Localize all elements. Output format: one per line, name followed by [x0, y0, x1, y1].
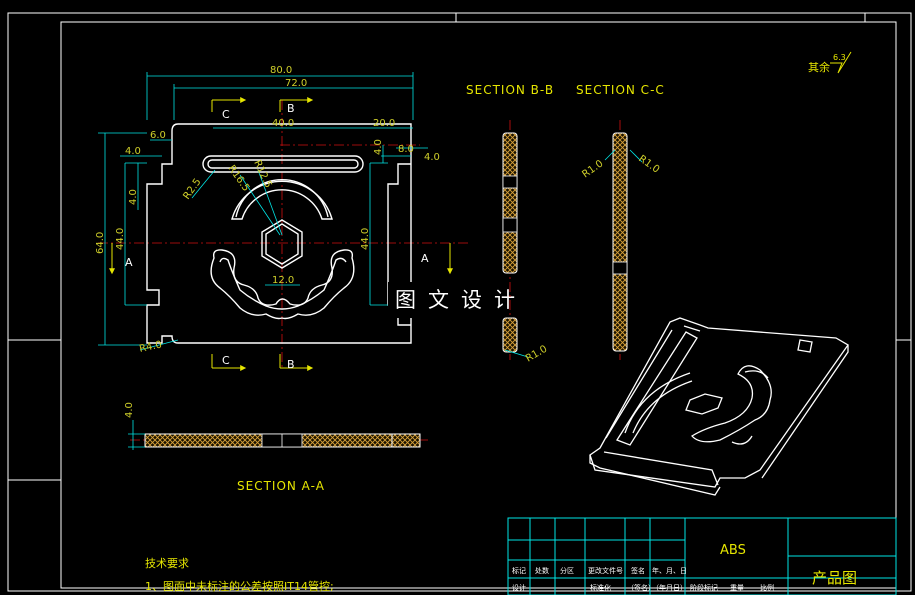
front-view-dims-slot-width: 40.0	[272, 118, 294, 129]
title-block: 标记 处数 分区 更改文件号 签名 年、月、日 设计 标准化 （签名） （年月日…	[507, 517, 897, 595]
roughness-value: 6.3	[833, 53, 846, 62]
front-view-dims-right-tab: 8.0	[398, 144, 414, 155]
front-view: 80.0 72.0 40.0 20.0 6.0 4.0 8.0 4.0 4.0 …	[95, 65, 470, 371]
front-view-dims-right-height: 44.0	[360, 228, 371, 250]
title-block-row-b-0: 设计	[512, 583, 526, 592]
section-bb-radius: R1.0	[524, 344, 549, 365]
section-label-b-top: B	[287, 102, 295, 115]
section-label-a-left: A	[125, 256, 133, 269]
front-view-dims-right-offset: 20.0	[373, 118, 395, 129]
roughness-note: 其余 6.3	[808, 51, 852, 74]
section-aa-view: 4.0 SECTION A-A	[124, 402, 430, 493]
watermark-text: 图文设计	[395, 288, 527, 312]
section-aa-title: SECTION A-A	[237, 479, 325, 493]
title-block-row-b-3: 标准化	[590, 583, 611, 592]
material-label: ABS	[720, 543, 746, 558]
title-block-row-a-3: 更改文件号	[588, 566, 623, 575]
title-block-row-a-5: 年、月、日	[652, 566, 687, 575]
title-block-stage-labels-1: 重量	[730, 584, 744, 592]
title-block-row-a-1: 处数	[535, 566, 549, 575]
section-cc-title: SECTION C-C	[576, 83, 665, 97]
front-view-dims-overall-width: 80.0	[270, 65, 292, 76]
tech-notes-line1: 1、图面中未标注的公差按照IT14管控;	[145, 579, 334, 593]
front-view-dims-arc-radius-2: R12.5	[251, 159, 273, 190]
section-bb-title: SECTION B-B	[466, 83, 554, 97]
title-block-row-a-4: 签名	[631, 566, 645, 575]
front-view-dims-left-step-2: 4.0	[128, 189, 139, 205]
tech-notes-heading: 技术要求	[145, 557, 189, 570]
title-block-row-b-5: （年月日）	[652, 583, 687, 592]
technical-notes: 技术要求 1、图面中未标注的公差按照IT14管控;	[145, 557, 334, 593]
section-label-c-top: C	[222, 108, 230, 121]
section-cc-view: SECTION C-C R1.0 R1.0	[576, 83, 665, 360]
title-block-row-b-4: （签名）	[627, 583, 655, 592]
front-view-dims-hex-width: 12.0	[272, 275, 294, 286]
front-view-dims-overall-height: 64.0	[95, 232, 106, 254]
front-view-dims-top-tab: 6.0	[150, 130, 166, 141]
title-block-row-a-2: 分区	[560, 566, 574, 575]
title-block-stage-labels-2: 比例	[760, 583, 774, 592]
isometric-view	[589, 317, 849, 496]
front-view-dims-corner-radius: R4.0	[138, 339, 163, 355]
section-cc-radius-right: R1.0	[636, 153, 661, 175]
front-view-dims-right-step-2: 4.0	[424, 152, 440, 163]
section-label-a-right: A	[421, 252, 429, 265]
front-view-dims-inner-height: 44.0	[115, 228, 126, 250]
front-view-dims-right-step-1: 4.0	[373, 139, 384, 155]
roughness-label: 其余	[808, 60, 830, 74]
section-cc-radius-left: R1.0	[580, 158, 605, 180]
cad-drawing-sheet: 其余 6.3 80.0 72.0 40.0 20.0 6.0 4.0 8.0 4…	[7, 12, 912, 595]
drawing-name: 产品图	[812, 569, 857, 587]
section-label-b-bottom: B	[287, 358, 295, 371]
title-block-row-a-0: 标记	[512, 566, 526, 575]
front-view-dims-inner-width: 72.0	[285, 78, 307, 89]
front-view-dims-left-step-1: 4.0	[125, 146, 141, 157]
section-aa-thickness: 4.0	[124, 402, 135, 418]
title-block-stage-labels-0: 阶段标记	[690, 583, 718, 592]
front-view-dims-slot-radius: R2.5	[181, 177, 203, 202]
section-bb-view: SECTION B-B R1.0	[466, 83, 554, 365]
section-label-c-bottom: C	[222, 354, 230, 367]
